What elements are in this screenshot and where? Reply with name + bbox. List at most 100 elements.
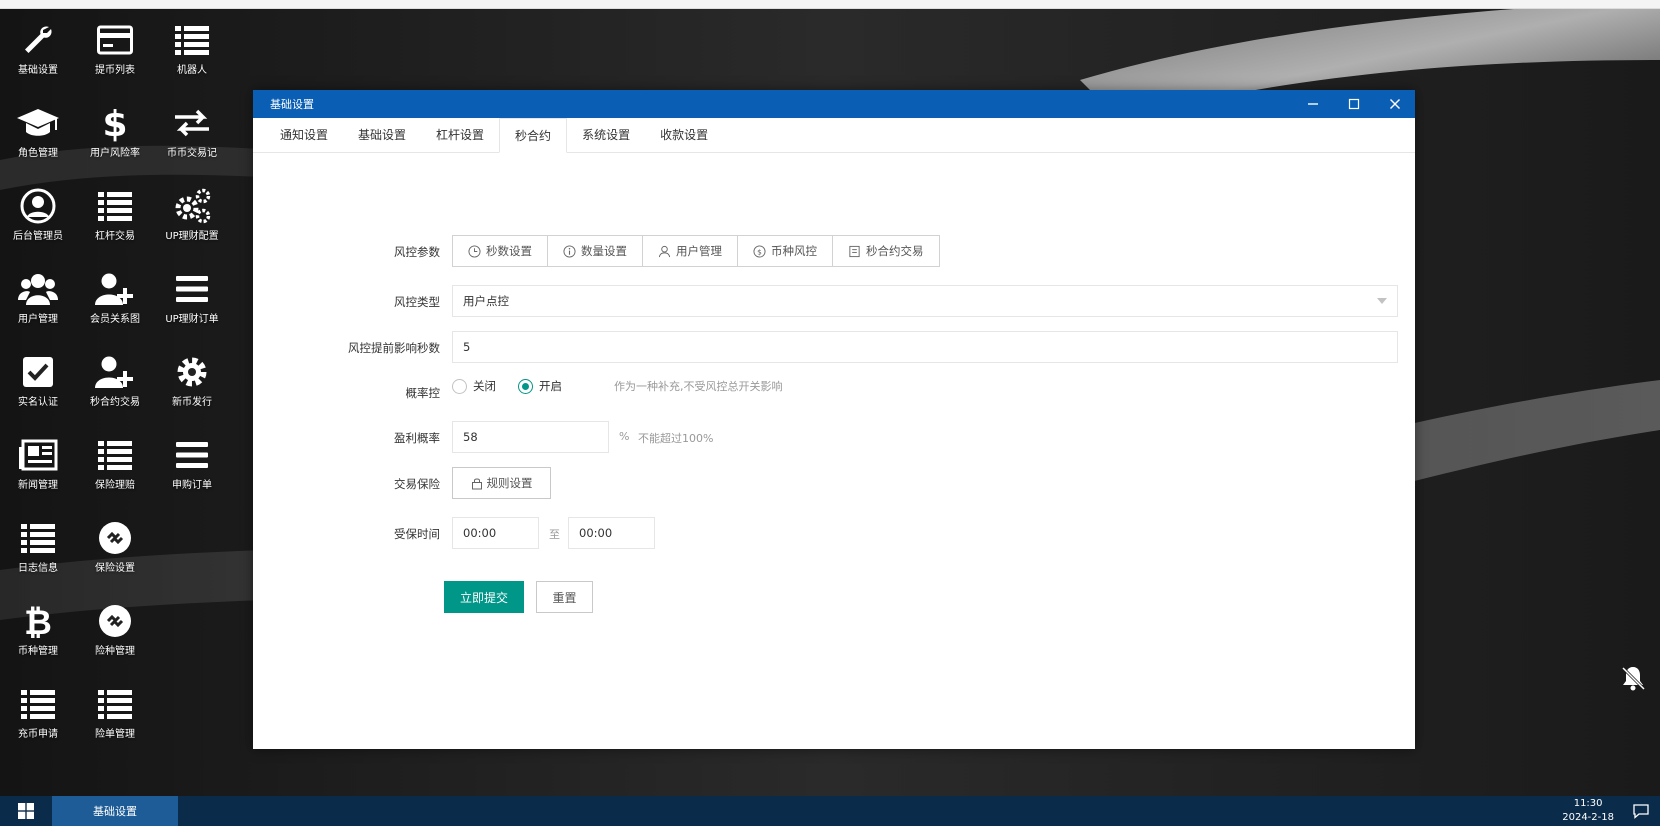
risk-type-select[interactable]: 用户点控 bbox=[452, 285, 1398, 317]
desktop-icon[interactable]: 实名认证 bbox=[0, 352, 76, 410]
taskbar-clock[interactable]: 11:30 2024-2-18 bbox=[1562, 797, 1614, 825]
profit-rate-unit: % bbox=[619, 430, 630, 443]
desktop-icon-label: 新币发行 bbox=[172, 397, 212, 408]
user-circle-icon bbox=[0, 186, 76, 226]
desktop-icon[interactable]: 新闻管理 bbox=[0, 435, 76, 493]
currency-risk-label: 币种风控 bbox=[771, 244, 817, 258]
chevron-down-icon bbox=[1377, 298, 1387, 304]
user-icon bbox=[658, 245, 671, 257]
quantity-settings-label: 数量设置 bbox=[581, 244, 627, 258]
desktop-icon-label: 币种管理 bbox=[18, 646, 58, 657]
maximize-button[interactable] bbox=[1333, 90, 1374, 118]
reset-button[interactable]: 重置 bbox=[536, 581, 593, 613]
gears-icon bbox=[154, 186, 230, 226]
currency-risk-button[interactable]: $ 币种风控 bbox=[738, 236, 833, 266]
desktop-icon[interactable]: $ 用户风险率 bbox=[77, 103, 153, 161]
close-button[interactable] bbox=[1374, 90, 1415, 118]
desktop-icon-label: 秒合约交易 bbox=[90, 397, 140, 408]
radio-on[interactable]: 开启 bbox=[518, 378, 562, 394]
desktop-icon-label: 币币交易记 bbox=[167, 148, 217, 159]
user-management-button[interactable]: 用户管理 bbox=[643, 236, 738, 266]
insured-time-end-input[interactable]: 00:00 bbox=[568, 517, 655, 549]
desktop-icon-label: 险单管理 bbox=[95, 729, 135, 740]
clock-icon bbox=[468, 244, 481, 258]
desktop-icon[interactable]: 日志信息 bbox=[0, 518, 76, 576]
desktop-icon[interactable]: 保险设置 bbox=[77, 518, 153, 576]
desktop-icon[interactable]: 基础设置 bbox=[0, 20, 76, 78]
desktop-icon[interactable]: 用户管理 bbox=[0, 269, 76, 327]
risk-type-value: 用户点控 bbox=[463, 294, 509, 308]
radio-off-label: 关闭 bbox=[473, 379, 496, 393]
desktop-icon[interactable]: 保险理赔 bbox=[77, 435, 153, 493]
radio-on-label: 开启 bbox=[539, 379, 562, 393]
insured-time-end-value: 00:00 bbox=[579, 526, 613, 540]
second-contract-trade-label: 秒合约交易 bbox=[866, 244, 924, 258]
desktop-icon-label: 险种管理 bbox=[95, 646, 135, 657]
risk-type-label: 风控类型 bbox=[394, 295, 440, 309]
document-icon bbox=[849, 245, 860, 257]
desktop-icon[interactable]: 角色管理 bbox=[0, 103, 76, 161]
taskbar-item-settings[interactable]: 基础设置 bbox=[52, 796, 178, 826]
desktop-icon-label: UP理财订单 bbox=[165, 314, 219, 325]
newspaper-icon bbox=[0, 435, 76, 475]
tab-basic[interactable]: 基础设置 bbox=[343, 118, 421, 152]
quantity-settings-button[interactable]: 数量设置 bbox=[548, 236, 643, 266]
submit-button[interactable]: 立即提交 bbox=[444, 581, 524, 613]
advance-seconds-value: 5 bbox=[463, 340, 471, 354]
desktop-icon[interactable]: 申购订单 bbox=[154, 435, 230, 493]
tab-leverage[interactable]: 杠杆设置 bbox=[421, 118, 499, 152]
tab-notification[interactable]: 通知设置 bbox=[265, 118, 343, 152]
second-contract-trade-button[interactable]: 秒合约交易 bbox=[833, 236, 939, 266]
desktop-icon[interactable]: 币币交易记 bbox=[154, 103, 230, 161]
desktop-icon-label: 机器人 bbox=[177, 65, 207, 76]
insured-time-start-input[interactable]: 00:00 bbox=[452, 517, 539, 549]
desktop-icon[interactable]: 充币申请 bbox=[0, 684, 76, 742]
window-title: 基础设置 bbox=[270, 98, 314, 111]
desktop-icon[interactable]: 新币发行 bbox=[154, 352, 230, 410]
form-body: 风控参数 秒数设置 数量设置 用户管理 $ 币种风控 秒合约交易 风控类型 用户… bbox=[253, 153, 1415, 713]
action-center-button[interactable] bbox=[1632, 802, 1650, 823]
desktop-icon[interactable]: ₿ 币种管理 bbox=[0, 601, 76, 659]
desktop-icon-label: 用户风险率 bbox=[90, 148, 140, 159]
desktop-icon[interactable]: 会员关系图 bbox=[77, 269, 153, 327]
list-icon bbox=[77, 186, 153, 226]
desktop-icon-label: 基础设置 bbox=[18, 65, 58, 76]
checkbox-icon bbox=[0, 352, 76, 392]
tab-payment[interactable]: 收款设置 bbox=[645, 118, 723, 152]
insured-time-label: 受保时间 bbox=[394, 527, 440, 541]
minimize-icon bbox=[1307, 103, 1318, 105]
desktop-icon[interactable]: 提币列表 bbox=[77, 20, 153, 78]
desktop-icon[interactable]: 机器人 bbox=[154, 20, 230, 78]
list-icon bbox=[0, 518, 76, 558]
window-titlebar[interactable]: 基础设置 bbox=[253, 90, 1415, 118]
radio-off[interactable]: 关闭 bbox=[452, 378, 496, 394]
chat-bubble-icon bbox=[1633, 804, 1649, 819]
list-icon bbox=[77, 435, 153, 475]
desktop-icon-label: 充币申请 bbox=[18, 729, 58, 740]
svg-text:$: $ bbox=[102, 104, 127, 142]
bars-icon bbox=[154, 269, 230, 309]
probability-radio-group: 关闭 开启 作为一种补充,不受风控总开关影响 bbox=[452, 378, 783, 394]
profit-rate-input[interactable]: 58 bbox=[452, 421, 609, 453]
seconds-settings-button[interactable]: 秒数设置 bbox=[453, 236, 548, 266]
desktop-icon-label: 角色管理 bbox=[18, 148, 58, 159]
desktop-icon-label: UP理财配置 bbox=[165, 231, 219, 242]
minimize-button[interactable] bbox=[1292, 90, 1333, 118]
desktop-icon[interactable]: 秒合约交易 bbox=[77, 352, 153, 410]
wrench-icon bbox=[0, 20, 76, 60]
rule-settings-button[interactable]: 规则设置 bbox=[452, 467, 551, 499]
desktop-icon[interactable]: UP理财配置 bbox=[154, 186, 230, 244]
notifications-muted-icon[interactable] bbox=[1619, 664, 1647, 695]
tab-second-contract[interactable]: 秒合约 bbox=[499, 118, 568, 153]
advance-seconds-input[interactable]: 5 bbox=[452, 331, 1398, 363]
desktop-icon[interactable]: 杠杆交易 bbox=[77, 186, 153, 244]
desktop-icon[interactable]: 险种管理 bbox=[77, 601, 153, 659]
desktop-icon[interactable]: 后台管理员 bbox=[0, 186, 76, 244]
lock-icon bbox=[471, 478, 482, 489]
tab-system[interactable]: 系统设置 bbox=[567, 118, 645, 152]
start-button[interactable] bbox=[0, 796, 52, 826]
risk-params-label: 风控参数 bbox=[394, 245, 440, 259]
insured-time-start-value: 00:00 bbox=[463, 526, 497, 540]
desktop-icon[interactable]: UP理财订单 bbox=[154, 269, 230, 327]
desktop-icon[interactable]: 险单管理 bbox=[77, 684, 153, 742]
